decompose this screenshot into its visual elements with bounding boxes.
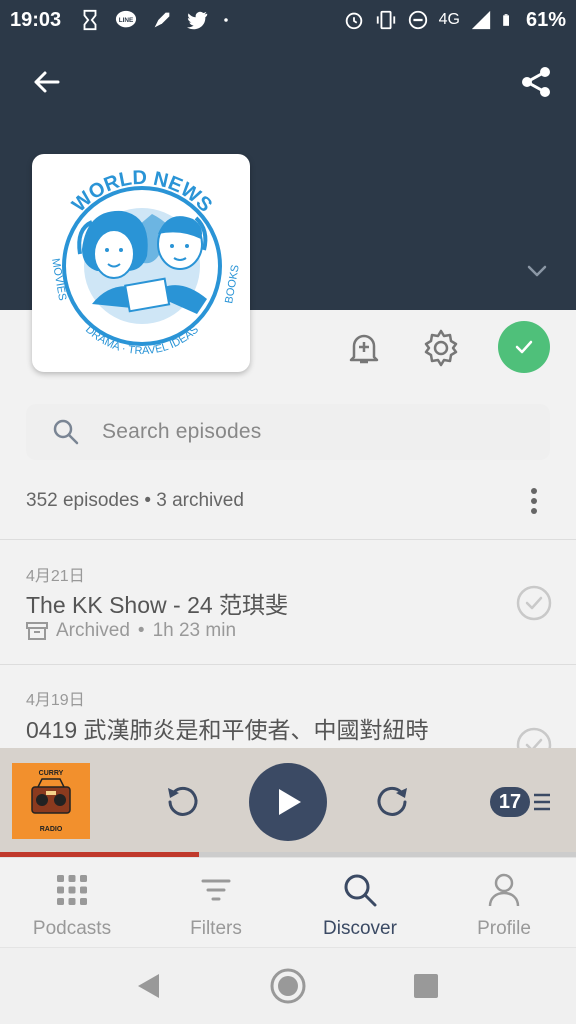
- battery-level: 61%: [525, 8, 566, 31]
- settings-button[interactable]: [413, 320, 469, 376]
- recents-square-icon[interactable]: [406, 966, 446, 1006]
- hourglass-icon: [83, 9, 97, 31]
- alarm-icon: [345, 12, 362, 30]
- dnd-icon: [408, 10, 427, 30]
- now-playing-artwork[interactable]: CURRY RADIO: [12, 763, 90, 839]
- world-news-logo: WORLD NEWS MOVIES BOOKS DRAMA · TRAVEL I…: [49, 167, 242, 357]
- notifications-button[interactable]: [336, 320, 392, 376]
- arrow-left-icon[interactable]: [28, 64, 64, 100]
- status-time: 19:03: [10, 8, 62, 31]
- search-placeholder: Search episodes: [102, 420, 262, 443]
- svg-text:LINE: LINE: [119, 17, 134, 24]
- curry-radio-logo: CURRY RADIO: [12, 763, 90, 839]
- more-options-icon[interactable]: [526, 484, 542, 518]
- chevron-down-icon[interactable]: [524, 258, 550, 284]
- episode-meta: Archived • 1h 23 min: [26, 620, 236, 642]
- bell-plus-icon: [349, 334, 379, 364]
- search-icon: [53, 419, 79, 445]
- up-next-button[interactable]: 17: [490, 784, 556, 820]
- vibrate-icon: [376, 10, 395, 30]
- nav-label: Profile: [477, 918, 531, 939]
- episode-status: Archived: [56, 620, 130, 641]
- logo-top-text: CURRY: [39, 770, 64, 777]
- person-icon: [488, 873, 520, 907]
- system-navigation-bar: [0, 947, 576, 1024]
- rocket-icon: [154, 12, 170, 28]
- skip-back-icon[interactable]: [162, 782, 202, 822]
- logo-right-text: BOOKS: [223, 264, 242, 305]
- network-type: 4G: [438, 11, 460, 28]
- podcast-artwork[interactable]: WORLD NEWS MOVIES BOOKS DRAMA · TRAVEL I…: [32, 154, 250, 372]
- search-episodes-input[interactable]: Search episodes: [26, 404, 550, 460]
- nav-podcasts[interactable]: Podcasts: [0, 858, 144, 947]
- nav-discover[interactable]: Discover: [288, 858, 432, 947]
- episode-date: 4月21日: [26, 568, 85, 585]
- archive-icon: [26, 622, 48, 640]
- status-notification-icons: LINE: [79, 9, 235, 31]
- battery-icon: [503, 14, 509, 26]
- signal-icon: [471, 10, 491, 30]
- subscribed-button[interactable]: [498, 321, 550, 373]
- queue-count-badge: 17: [490, 787, 530, 817]
- home-circle-icon[interactable]: [268, 966, 308, 1006]
- line-icon: LINE: [116, 10, 137, 28]
- logo-bottom-text: RADIO: [40, 826, 63, 833]
- played-check-icon[interactable]: [516, 727, 552, 748]
- nav-label: Discover: [323, 918, 397, 939]
- meta-separator: •: [137, 620, 145, 641]
- back-triangle-icon[interactable]: [128, 966, 168, 1006]
- status-bar: 19:03 LINE 4G 61%: [0, 0, 576, 40]
- episode-row[interactable]: 4月21日 The KK Show - 24 范琪斐 Archived • 1h…: [0, 540, 576, 664]
- status-system-icons: 4G 61%: [343, 9, 566, 32]
- nav-label: Podcasts: [32, 918, 112, 939]
- episode-duration: 1h 23 min: [152, 620, 237, 641]
- nav-profile[interactable]: Profile: [432, 858, 576, 947]
- episode-summary: 352 episodes • 3 archived: [26, 490, 244, 511]
- grid-icon: [57, 875, 87, 905]
- mini-player: CURRY RADIO 17: [0, 748, 576, 856]
- play-icon: [279, 789, 301, 815]
- episode-date: 4月19日: [26, 692, 85, 709]
- skip-forward-icon[interactable]: [373, 782, 413, 822]
- episode-title: 0419 武漢肺炎是和平使者、中國對紐時: [26, 717, 429, 743]
- twitter-icon: [187, 11, 208, 30]
- play-button[interactable]: [249, 763, 327, 841]
- filter-icon: [201, 879, 231, 901]
- episode-row[interactable]: 4月19日 0419 武漢肺炎是和平使者、中國對紐時: [0, 665, 576, 748]
- bottom-navigation: Podcasts Filters Discover Profile: [0, 857, 576, 947]
- check-icon: [515, 340, 533, 354]
- nav-filters[interactable]: Filters: [144, 858, 288, 947]
- gear-icon: [424, 329, 458, 367]
- share-icon[interactable]: [518, 64, 554, 100]
- search-icon: [344, 874, 377, 907]
- played-check-icon[interactable]: [516, 585, 552, 621]
- dot-icon: [224, 18, 228, 22]
- episode-title: The KK Show - 24 范琪斐: [26, 592, 289, 618]
- list-icon: [534, 793, 550, 811]
- nav-label: Filters: [190, 918, 242, 939]
